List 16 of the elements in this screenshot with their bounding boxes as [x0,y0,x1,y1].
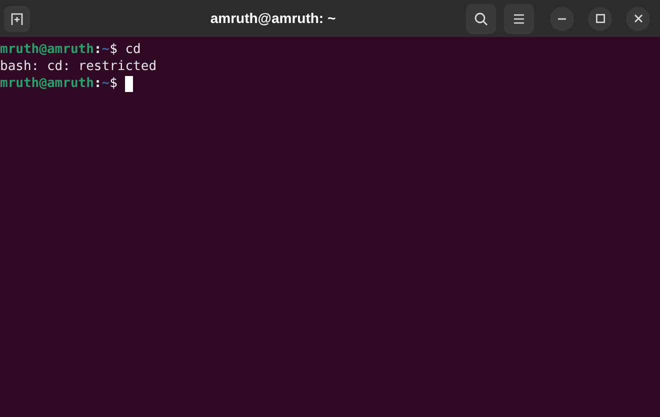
search-icon [474,12,488,26]
close-button[interactable] [626,6,650,30]
prompt-line: mruth@amruth:~$ [0,75,118,92]
new-tab-icon [10,12,24,26]
menu-button[interactable] [504,4,534,34]
output-line: bash: cd: restricted [0,58,157,75]
window-title: amruth@amruth: ~ [210,9,336,28]
maximize-button[interactable] [588,6,612,30]
menu-icon [513,14,525,24]
maximize-icon [596,14,604,23]
minimize-icon [558,18,566,20]
close-icon [634,14,642,23]
search-button[interactable] [466,4,496,34]
prompt-line: mruth@amruth:~$ cd [0,41,141,58]
minimize-button[interactable] [550,6,574,30]
new-tab-button[interactable] [4,6,30,32]
